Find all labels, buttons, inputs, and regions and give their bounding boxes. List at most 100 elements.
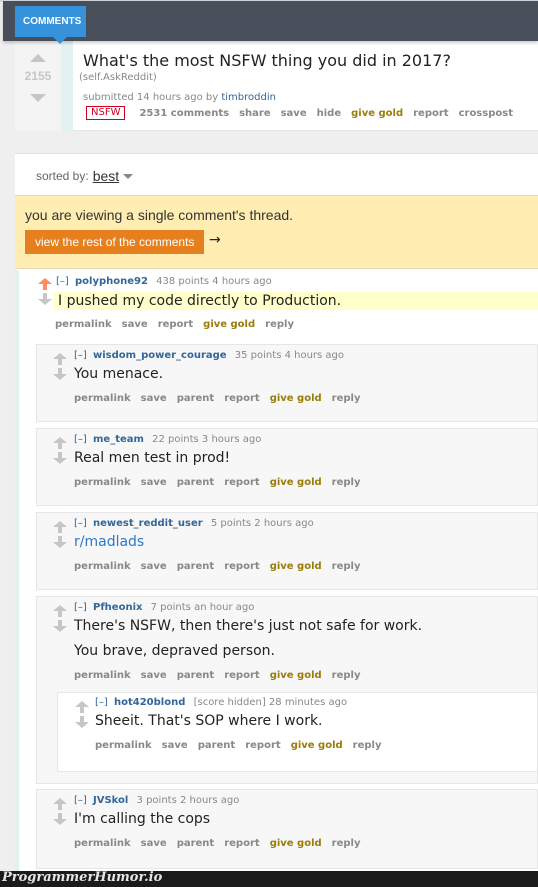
collapse-toggle[interactable]: [–] bbox=[74, 602, 87, 613]
comments-panel: sorted by: best you are viewing a single… bbox=[15, 153, 538, 887]
reply-link[interactable]: reply bbox=[332, 477, 361, 488]
collapse-toggle[interactable]: [–] bbox=[74, 795, 87, 806]
downvote-arrow-icon[interactable] bbox=[38, 293, 52, 305]
downvote-arrow-icon[interactable] bbox=[53, 452, 67, 464]
save-link[interactable]: save bbox=[141, 393, 167, 404]
report-link[interactable]: report bbox=[224, 561, 259, 572]
comment-body: Sheeit. That's SOP where I work. bbox=[95, 713, 323, 729]
give-gold-link[interactable]: give gold bbox=[270, 838, 322, 849]
comment-author[interactable]: JVSkol bbox=[93, 795, 128, 806]
save-button[interactable]: save bbox=[281, 108, 307, 119]
parent-link[interactable]: parent bbox=[177, 393, 215, 404]
upvote-arrow-icon[interactable] bbox=[53, 605, 67, 617]
post-title[interactable]: What's the most NSFW thing you did in 20… bbox=[83, 51, 451, 70]
upvote-arrow-icon[interactable] bbox=[53, 798, 67, 810]
reply-link[interactable]: reply bbox=[332, 561, 361, 572]
collapse-toggle[interactable]: [–] bbox=[56, 276, 69, 287]
give-gold-link[interactable]: give gold bbox=[291, 740, 343, 751]
report-link[interactable]: report bbox=[158, 319, 193, 330]
comment-author[interactable]: newest_reddit_user bbox=[93, 518, 203, 529]
save-link[interactable]: save bbox=[141, 561, 167, 572]
downvote-arrow-icon[interactable] bbox=[75, 716, 89, 728]
tab-comments[interactable]: COMMENTS bbox=[15, 6, 86, 44]
save-link[interactable]: save bbox=[141, 477, 167, 488]
save-link[interactable]: save bbox=[141, 670, 167, 681]
permalink-link[interactable]: permalink bbox=[74, 838, 131, 849]
subreddit-link[interactable]: r/madlads bbox=[74, 534, 144, 550]
comment-actions: permalink save parent report give gold r… bbox=[74, 561, 371, 572]
parent-link[interactable]: parent bbox=[177, 670, 215, 681]
comment-author[interactable]: polyphone92 bbox=[75, 276, 148, 287]
crosspost-button[interactable]: crosspost bbox=[459, 108, 513, 119]
view-rest-button[interactable]: view the rest of the comments bbox=[25, 230, 204, 254]
share-button[interactable]: share bbox=[239, 108, 271, 119]
parent-link[interactable]: parent bbox=[177, 477, 215, 488]
upvote-arrow-icon[interactable] bbox=[38, 278, 52, 290]
downvote-arrow-icon[interactable] bbox=[53, 536, 67, 548]
report-link[interactable]: report bbox=[245, 740, 280, 751]
post-author-link[interactable]: timbroddin bbox=[221, 92, 276, 103]
downvote-arrow-icon[interactable] bbox=[53, 620, 67, 632]
chevron-down-icon[interactable] bbox=[123, 173, 134, 179]
comment-meta: 3 points 2 hours ago bbox=[136, 795, 240, 806]
downvote-arrow-icon[interactable] bbox=[53, 368, 67, 380]
report-link[interactable]: report bbox=[224, 670, 259, 681]
comment-meta: [score hidden] 28 minutes ago bbox=[193, 697, 348, 708]
give-gold-link[interactable]: give gold bbox=[270, 670, 322, 681]
post-score: 2155 bbox=[24, 69, 52, 83]
collapse-toggle[interactable]: [–] bbox=[74, 518, 87, 529]
comment-body: I pushed my code directly to Production. bbox=[54, 292, 538, 310]
post-domain[interactable]: (self.AskReddit) bbox=[79, 72, 157, 83]
permalink-link[interactable]: permalink bbox=[74, 393, 131, 404]
upvote-arrow-icon[interactable] bbox=[53, 353, 67, 365]
report-link[interactable]: report bbox=[224, 393, 259, 404]
arrow-right-icon: → bbox=[209, 232, 221, 248]
save-link[interactable]: save bbox=[141, 838, 167, 849]
sort-bar: sorted by: best bbox=[36, 168, 134, 184]
comment-author[interactable]: Pfheonix bbox=[93, 602, 142, 613]
sort-dropdown[interactable]: best bbox=[93, 168, 119, 184]
comment-tagline: [–] polyphone92 438 points 4 hours ago bbox=[56, 276, 272, 287]
report-link[interactable]: report bbox=[224, 838, 259, 849]
comments-count-link[interactable]: 2531 comments bbox=[139, 108, 229, 119]
reply-link[interactable]: reply bbox=[265, 319, 294, 330]
downvote-arrow-icon[interactable] bbox=[30, 94, 46, 102]
permalink-link[interactable]: permalink bbox=[74, 477, 131, 488]
give-gold-link[interactable]: give gold bbox=[203, 319, 255, 330]
comment-author[interactable]: hot420blond bbox=[114, 697, 185, 708]
report-button[interactable]: report bbox=[413, 108, 448, 119]
parent-link[interactable]: parent bbox=[177, 561, 215, 572]
upvote-arrow-icon[interactable] bbox=[30, 54, 46, 62]
hide-button[interactable]: hide bbox=[317, 108, 342, 119]
reply-link[interactable]: reply bbox=[332, 838, 361, 849]
permalink-link[interactable]: permalink bbox=[74, 561, 131, 572]
parent-link[interactable]: parent bbox=[177, 838, 215, 849]
give-gold-link[interactable]: give gold bbox=[270, 393, 322, 404]
give-gold-link[interactable]: give gold bbox=[270, 477, 322, 488]
comment-tagline: [–] JVSkol 3 points 2 hours ago bbox=[74, 795, 239, 806]
downvote-arrow-icon[interactable] bbox=[53, 813, 67, 825]
upvote-arrow-icon[interactable] bbox=[53, 521, 67, 533]
upvote-arrow-icon[interactable] bbox=[75, 701, 89, 713]
reply-link[interactable]: reply bbox=[332, 670, 361, 681]
upvote-arrow-icon[interactable] bbox=[53, 437, 67, 449]
save-link[interactable]: save bbox=[122, 319, 148, 330]
reply-link[interactable]: reply bbox=[332, 393, 361, 404]
collapse-toggle[interactable]: [–] bbox=[74, 434, 87, 445]
collapse-toggle[interactable]: [–] bbox=[74, 350, 87, 361]
comment-author[interactable]: wisdom_power_courage bbox=[93, 350, 227, 361]
reply-link[interactable]: reply bbox=[353, 740, 382, 751]
give-gold-link[interactable]: give gold bbox=[270, 561, 322, 572]
comment-meta: 22 points 3 hours ago bbox=[152, 434, 262, 445]
give-gold-button[interactable]: give gold bbox=[351, 108, 403, 119]
save-link[interactable]: save bbox=[162, 740, 188, 751]
permalink-link[interactable]: permalink bbox=[95, 740, 152, 751]
comment-author[interactable]: me_team bbox=[93, 434, 144, 445]
permalink-link[interactable]: permalink bbox=[74, 670, 131, 681]
parent-link[interactable]: parent bbox=[198, 740, 236, 751]
collapse-toggle[interactable]: [–] bbox=[95, 697, 108, 708]
watermark-bar: ProgrammerHumor.io bbox=[0, 870, 538, 887]
comment-child: [–] JVSkol 3 points 2 hours ago I'm call… bbox=[36, 789, 538, 869]
permalink-link[interactable]: permalink bbox=[55, 319, 112, 330]
report-link[interactable]: report bbox=[224, 477, 259, 488]
